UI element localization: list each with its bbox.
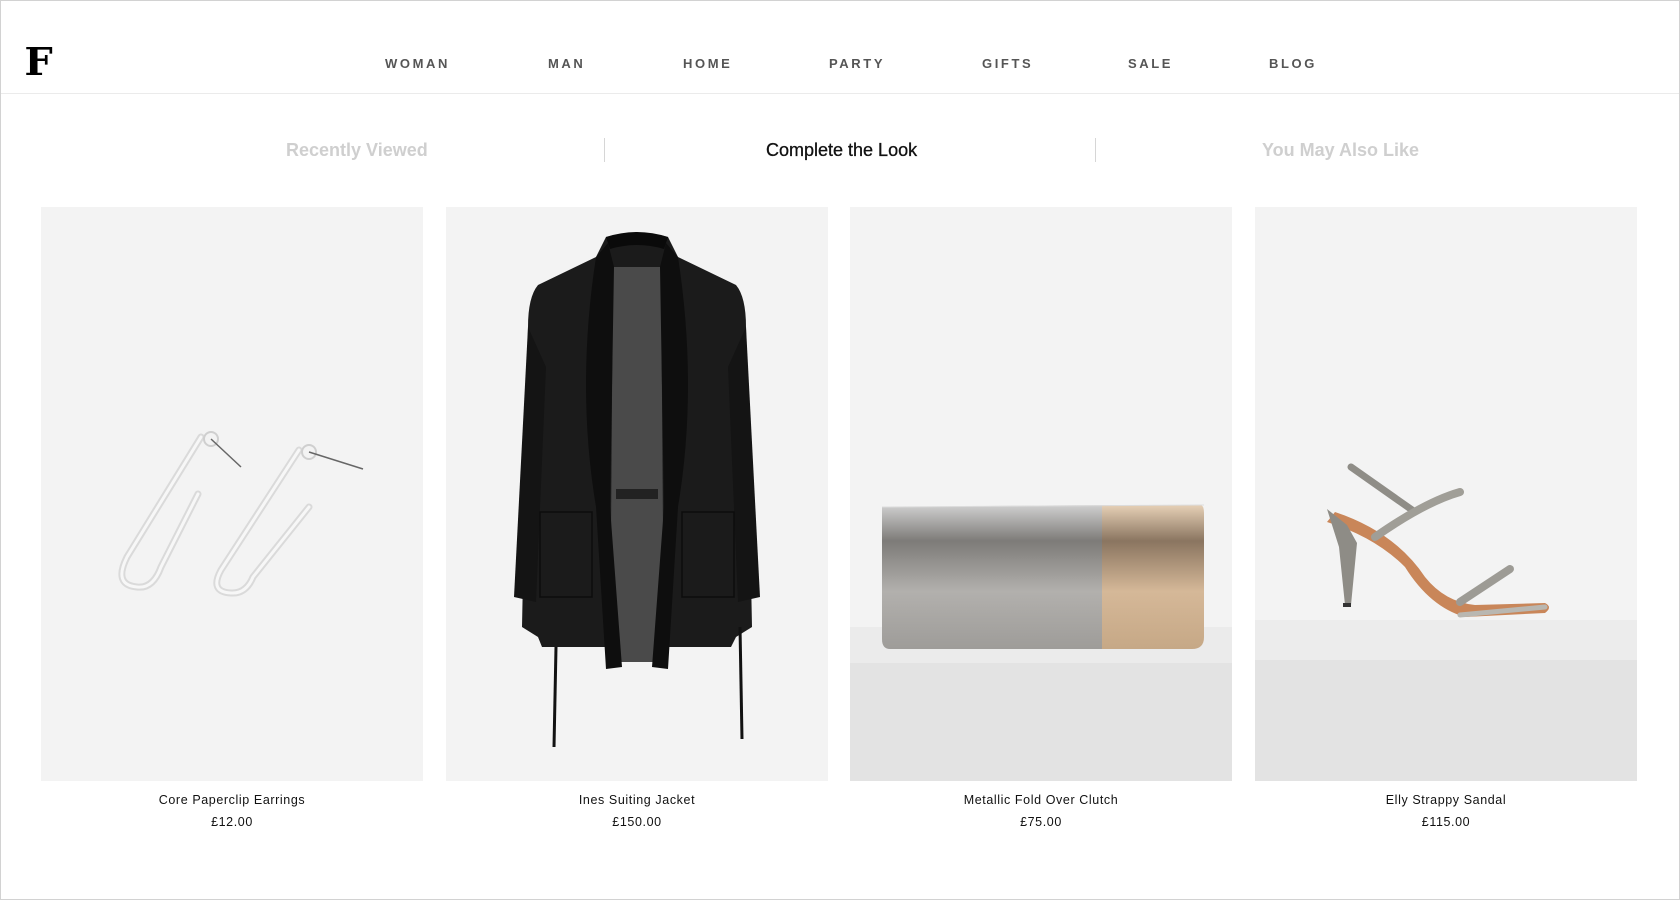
tab-complete-the-look[interactable]: Complete the Look bbox=[766, 140, 917, 161]
product-name[interactable]: Core Paperclip Earrings bbox=[41, 793, 423, 807]
earrings-illustration bbox=[118, 431, 364, 597]
product-image-sandal bbox=[1255, 207, 1637, 781]
clutch-illustration bbox=[850, 504, 1232, 781]
jacket-illustration bbox=[514, 232, 760, 748]
nav-item-home[interactable]: HOME bbox=[683, 56, 732, 71]
sandal-illustration bbox=[1255, 463, 1637, 781]
product-name[interactable]: Ines Suiting Jacket bbox=[446, 793, 828, 807]
product-name[interactable]: Elly Strappy Sandal bbox=[1255, 793, 1637, 807]
nav-item-party[interactable]: PARTY bbox=[829, 56, 885, 71]
tab-you-may-also-like[interactable]: You May Also Like bbox=[1262, 140, 1419, 161]
product-image-clutch bbox=[850, 207, 1232, 781]
tab-recently-viewed[interactable]: Recently Viewed bbox=[286, 140, 428, 161]
product-price: £12.00 bbox=[211, 815, 253, 829]
nav-item-blog[interactable]: BLOG bbox=[1269, 56, 1317, 71]
product-price: £115.00 bbox=[1421, 815, 1471, 829]
product-card-sandal[interactable] bbox=[1255, 207, 1637, 781]
product-image-earrings bbox=[41, 207, 423, 781]
product-price: £150.00 bbox=[612, 815, 662, 829]
product-card-earrings[interactable] bbox=[41, 207, 423, 781]
tab-divider bbox=[1095, 138, 1096, 162]
product-card-jacket[interactable] bbox=[446, 207, 828, 781]
product-name[interactable]: Metallic Fold Over Clutch bbox=[850, 793, 1232, 807]
brand-logo[interactable]: F bbox=[24, 43, 52, 81]
product-card-clutch[interactable] bbox=[850, 207, 1232, 781]
product-price: £75.00 bbox=[1020, 815, 1062, 829]
product-image-jacket bbox=[446, 207, 828, 781]
nav-item-sale[interactable]: SALE bbox=[1128, 56, 1173, 71]
nav-item-man[interactable]: MAN bbox=[548, 56, 585, 71]
nav-item-gifts[interactable]: GIFTS bbox=[982, 56, 1033, 71]
nav-item-woman[interactable]: WOMAN bbox=[385, 56, 450, 71]
tab-divider bbox=[604, 138, 605, 162]
site-header: F bbox=[1, 1, 1679, 94]
